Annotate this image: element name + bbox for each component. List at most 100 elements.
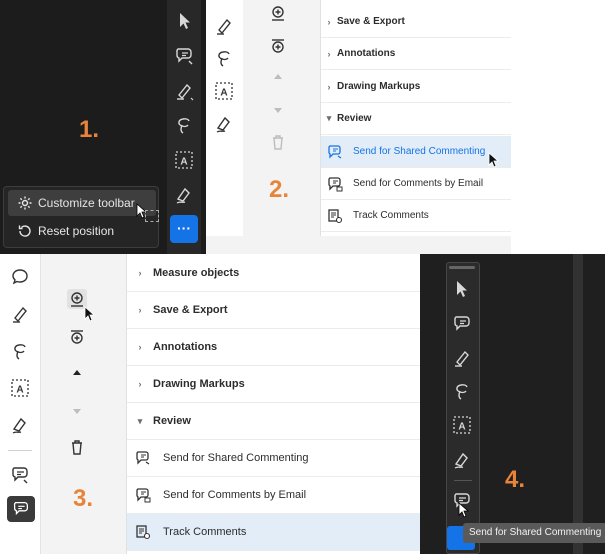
category-measure-objects[interactable]: › Measure objects (127, 255, 420, 292)
category-save-export[interactable]: › Save & Export (127, 292, 420, 329)
svg-text:A: A (16, 385, 23, 396)
move-up-icon[interactable] (66, 362, 88, 384)
category-label: Drawing Markups (337, 81, 421, 92)
category-review[interactable]: ▾ Review (127, 403, 420, 440)
category-label: Drawing Markups (153, 378, 245, 390)
panel-2-light-tools: A 2. › Save & Export › Annotations › Drawin… (206, 0, 511, 254)
mouse-cursor-icon (488, 152, 500, 168)
drag-placeholder (145, 210, 159, 222)
trash-icon[interactable] (267, 131, 289, 153)
tool-label: Track Comments (353, 210, 429, 221)
select-arrow-icon[interactable] (174, 10, 196, 32)
text-box-icon[interactable]: A (9, 377, 31, 399)
comment-pen-icon[interactable] (451, 312, 473, 334)
category-label: Annotations (337, 48, 396, 59)
shared-comment-icon[interactable] (9, 464, 31, 486)
chevron-right-icon: › (327, 48, 331, 59)
trash-icon[interactable] (66, 436, 88, 458)
step-number: 4. (505, 466, 526, 493)
chevron-down-icon: ▾ (326, 113, 332, 123)
rail-divider (8, 450, 32, 451)
tool-track-comments[interactable]: Track Comments (127, 514, 420, 551)
tool-label: Send for Comments by Email (353, 178, 484, 189)
step-number: 1. (79, 116, 100, 143)
category-annotations[interactable]: › Annotations (321, 38, 511, 70)
selected-tool-button[interactable] (7, 496, 35, 522)
step-number: 2. (269, 176, 290, 203)
text-box-icon[interactable]: A (451, 414, 473, 436)
gear-icon (18, 196, 32, 210)
svg-text:A: A (180, 157, 187, 168)
svg-text:A: A (458, 422, 465, 433)
tools-list: › Measure objects › Save & Export › Annotat… (126, 254, 420, 554)
tool-track-comments[interactable]: Track Comments (321, 200, 511, 232)
chevron-right-icon: › (138, 379, 142, 389)
tool-send-comments-email[interactable]: Send for Comments by Email (127, 477, 420, 514)
lasso-draw-icon[interactable] (213, 47, 235, 69)
category-save-export[interactable]: › Save & Export (321, 6, 511, 38)
tool-label: Track Comments (163, 526, 247, 538)
drag-handle[interactable] (449, 266, 475, 269)
scrollbar[interactable] (573, 254, 583, 554)
tooltip: Send for Shared Commenting (463, 523, 605, 543)
step-number: 3. (73, 485, 94, 512)
sign-pen-icon[interactable] (173, 184, 195, 206)
tool-label: Send for Shared Commenting (353, 146, 486, 157)
move-down-icon[interactable] (267, 99, 289, 121)
email-comment-icon (136, 488, 151, 503)
category-label: Review (153, 415, 191, 427)
move-up-icon[interactable] (267, 66, 289, 88)
lasso-draw-icon[interactable] (9, 340, 31, 362)
reset-icon (18, 225, 31, 237)
more-tools-button[interactable]: ··· (170, 215, 198, 243)
reset-position-label: Reset position (38, 224, 115, 238)
select-arrow-icon[interactable] (451, 278, 473, 300)
customize-toolbar-label: Customize toolbar (38, 196, 135, 210)
add-divider-icon[interactable] (267, 35, 289, 57)
email-comment-icon (328, 177, 343, 192)
add-tool-icon[interactable] (267, 2, 289, 24)
chevron-right-icon: › (327, 16, 331, 27)
tools-list: › Save & Export › Annotations › Drawing Mar… (320, 0, 511, 236)
sign-pen-icon[interactable] (451, 449, 473, 471)
lasso-draw-icon[interactable] (173, 114, 195, 136)
category-review[interactable]: ▾ Review (321, 103, 511, 135)
highlight-pen-icon[interactable] (451, 346, 473, 368)
svg-text:A: A (220, 88, 227, 99)
track-comments-icon (136, 525, 151, 540)
highlight-pen-icon[interactable] (173, 79, 195, 101)
rail-divider (454, 480, 472, 481)
category-label: Annotations (153, 341, 218, 353)
shared-comment-icon (328, 145, 342, 159)
chevron-right-icon: › (138, 342, 142, 352)
sign-pen-icon[interactable] (9, 414, 31, 436)
shared-comment-icon (136, 451, 150, 465)
tool-send-comments-email[interactable]: Send for Comments by Email (321, 168, 511, 200)
panel-3-light-tools: A 3. › Measure objects › Save & Export › An… (0, 254, 420, 554)
category-label: Measure objects (153, 267, 240, 279)
mouse-cursor-icon (458, 502, 470, 518)
tool-send-shared-commenting[interactable]: Send for Shared Commenting (321, 136, 511, 168)
sign-pen-icon[interactable] (213, 113, 235, 135)
category-drawing-markups[interactable]: › Drawing Markups (321, 71, 511, 103)
text-box-icon[interactable]: A (213, 80, 235, 102)
highlight-pen-icon[interactable] (9, 302, 31, 324)
text-box-icon[interactable]: A (173, 149, 195, 171)
customize-toolbar-item[interactable]: Customize toolbar (8, 190, 156, 216)
tool-send-shared-commenting[interactable]: Send for Shared Commenting (127, 440, 420, 477)
panel-1-dark-toolbar: A ··· 1. Customize toolbar Reset positio… (0, 0, 206, 254)
highlight-pen-icon[interactable] (213, 14, 235, 36)
add-divider-icon[interactable] (66, 326, 88, 348)
comment-icon[interactable] (9, 266, 31, 288)
move-down-icon[interactable] (66, 400, 88, 422)
tool-label: Send for Comments by Email (163, 489, 307, 501)
category-label: Save & Export (337, 16, 405, 27)
reset-position-item[interactable]: Reset position (8, 218, 156, 244)
track-comments-icon (328, 209, 343, 224)
comment-pen-icon[interactable] (173, 44, 195, 66)
category-annotations[interactable]: › Annotations (127, 329, 420, 366)
chevron-right-icon: › (138, 305, 142, 315)
chevron-right-icon: › (327, 81, 331, 92)
category-drawing-markups[interactable]: › Drawing Markups (127, 366, 420, 403)
lasso-draw-icon[interactable] (451, 380, 473, 402)
